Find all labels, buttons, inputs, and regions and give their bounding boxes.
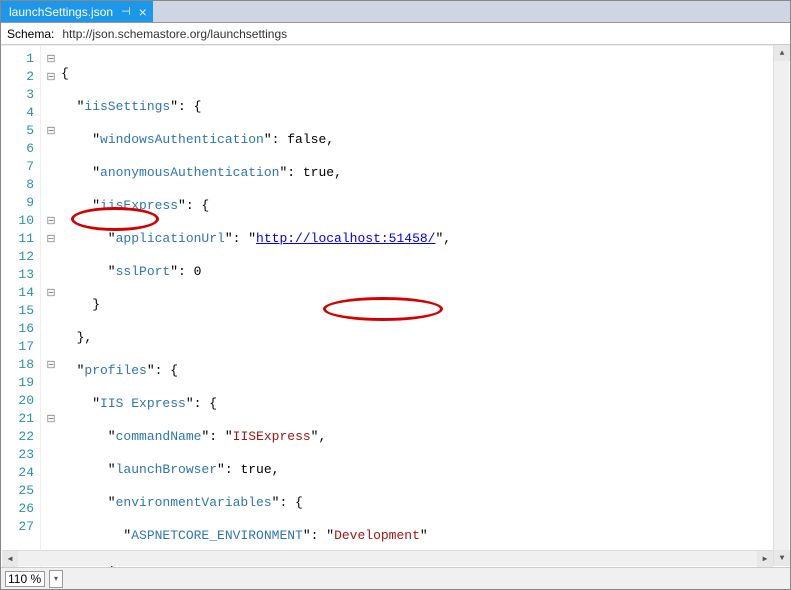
scroll-left-icon[interactable]: ◀ bbox=[2, 551, 18, 567]
editor-window: launchSettings.json ⊣ × Schema: 1 2 3 4 … bbox=[0, 0, 791, 590]
fold-line bbox=[41, 428, 61, 446]
line-num: 4 bbox=[1, 104, 34, 122]
editor[interactable]: 1 2 3 4 5 6 7 8 9 10 11 12 13 14 15 16 1… bbox=[1, 45, 790, 567]
fold-icon[interactable]: ⊟ bbox=[41, 410, 61, 428]
fold-icon[interactable]: ⊟ bbox=[41, 356, 61, 374]
line-num: 11 bbox=[1, 230, 34, 248]
line-num: 20 bbox=[1, 392, 34, 410]
code-line: "iisExpress": { bbox=[61, 197, 790, 215]
fold-line bbox=[41, 104, 61, 122]
line-num: 27 bbox=[1, 518, 34, 536]
line-num: 19 bbox=[1, 374, 34, 392]
line-gutter: 1 2 3 4 5 6 7 8 9 10 11 12 13 14 15 16 1… bbox=[1, 46, 41, 567]
fold-line bbox=[41, 248, 61, 266]
fold-icon[interactable]: ⊟ bbox=[41, 212, 61, 230]
line-num: 18 bbox=[1, 356, 34, 374]
line-num: 13 bbox=[1, 266, 34, 284]
line-num: 25 bbox=[1, 482, 34, 500]
fold-line bbox=[41, 500, 61, 518]
status-bar: ▾ bbox=[1, 567, 790, 589]
fold-column: ⊟ ⊟ ⊟ ⊟ ⊟ ⊟ ⊟ ⊟ bbox=[41, 46, 61, 567]
code-line: "profiles": { bbox=[61, 362, 790, 380]
schema-label: Schema: bbox=[7, 27, 54, 41]
code-line: "environmentVariables": { bbox=[61, 494, 790, 512]
fold-line bbox=[41, 176, 61, 194]
line-num: 14 bbox=[1, 284, 34, 302]
schema-input[interactable] bbox=[60, 26, 784, 42]
fold-line bbox=[41, 446, 61, 464]
close-icon[interactable]: × bbox=[139, 5, 147, 19]
line-num: 15 bbox=[1, 302, 34, 320]
schema-bar: Schema: bbox=[1, 23, 790, 45]
fold-line bbox=[41, 374, 61, 392]
code-line: "ASPNETCORE_ENVIRONMENT": "Development" bbox=[61, 527, 790, 545]
scroll-up-icon[interactable]: ▲ bbox=[774, 45, 790, 61]
line-num: 23 bbox=[1, 446, 34, 464]
line-num: 10 bbox=[1, 212, 34, 230]
tab-label: launchSettings.json bbox=[9, 5, 113, 19]
fold-line bbox=[41, 86, 61, 104]
fold-line bbox=[41, 482, 61, 500]
fold-icon[interactable]: ⊟ bbox=[41, 284, 61, 302]
code-line: }, bbox=[61, 329, 790, 347]
line-num: 1 bbox=[1, 50, 34, 68]
tab-launchsettings[interactable]: launchSettings.json ⊣ × bbox=[1, 1, 153, 22]
line-num: 2 bbox=[1, 68, 34, 86]
code-line: "commandName": "IISExpress", bbox=[61, 428, 790, 446]
fold-line bbox=[41, 464, 61, 482]
tab-bar: launchSettings.json ⊣ × bbox=[1, 1, 790, 23]
line-num: 21 bbox=[1, 410, 34, 428]
fold-line bbox=[41, 140, 61, 158]
line-num: 3 bbox=[1, 86, 34, 104]
line-num: 22 bbox=[1, 428, 34, 446]
line-num: 12 bbox=[1, 248, 34, 266]
fold-icon[interactable]: ⊟ bbox=[41, 68, 61, 86]
code-line: "anonymousAuthentication": true, bbox=[61, 164, 790, 182]
code-line: "launchBrowser": true, bbox=[61, 461, 790, 479]
fold-icon[interactable]: ⊟ bbox=[41, 230, 61, 248]
line-num: 5 bbox=[1, 122, 34, 140]
fold-line bbox=[41, 266, 61, 284]
line-num: 7 bbox=[1, 158, 34, 176]
code-line: { bbox=[61, 65, 790, 83]
code-line: } bbox=[61, 296, 790, 314]
fold-icon[interactable]: ⊟ bbox=[41, 122, 61, 140]
scrollbar-vertical[interactable]: ▲ ▼ bbox=[773, 45, 789, 566]
line-num: 6 bbox=[1, 140, 34, 158]
zoom-input[interactable] bbox=[5, 571, 45, 587]
scrollbar-horizontal[interactable]: ◀ ▶ bbox=[2, 550, 773, 566]
line-num: 9 bbox=[1, 194, 34, 212]
pin-icon[interactable]: ⊣ bbox=[121, 5, 131, 18]
fold-line bbox=[41, 338, 61, 356]
zoom-dropdown[interactable]: ▾ bbox=[49, 570, 63, 588]
line-num: 26 bbox=[1, 500, 34, 518]
scroll-down-icon[interactable]: ▼ bbox=[774, 550, 790, 566]
line-num: 17 bbox=[1, 338, 34, 356]
code-line: "sslPort": 0 bbox=[61, 263, 790, 281]
fold-line bbox=[41, 194, 61, 212]
line-num: 8 bbox=[1, 176, 34, 194]
code-line: "iisSettings": { bbox=[61, 98, 790, 116]
fold-line bbox=[41, 518, 61, 536]
fold-line bbox=[41, 302, 61, 320]
fold-line bbox=[41, 320, 61, 338]
code-area[interactable]: { "iisSettings": { "windowsAuthenticatio… bbox=[61, 46, 790, 567]
code-line: "windowsAuthentication": false, bbox=[61, 131, 790, 149]
line-num: 24 bbox=[1, 464, 34, 482]
fold-line bbox=[41, 392, 61, 410]
scroll-right-icon[interactable]: ▶ bbox=[757, 551, 773, 567]
fold-line bbox=[41, 158, 61, 176]
line-num: 16 bbox=[1, 320, 34, 338]
code-line: "IIS Express": { bbox=[61, 395, 790, 413]
fold-icon[interactable]: ⊟ bbox=[41, 50, 61, 68]
code-line: "applicationUrl": "http://localhost:5145… bbox=[61, 230, 790, 248]
